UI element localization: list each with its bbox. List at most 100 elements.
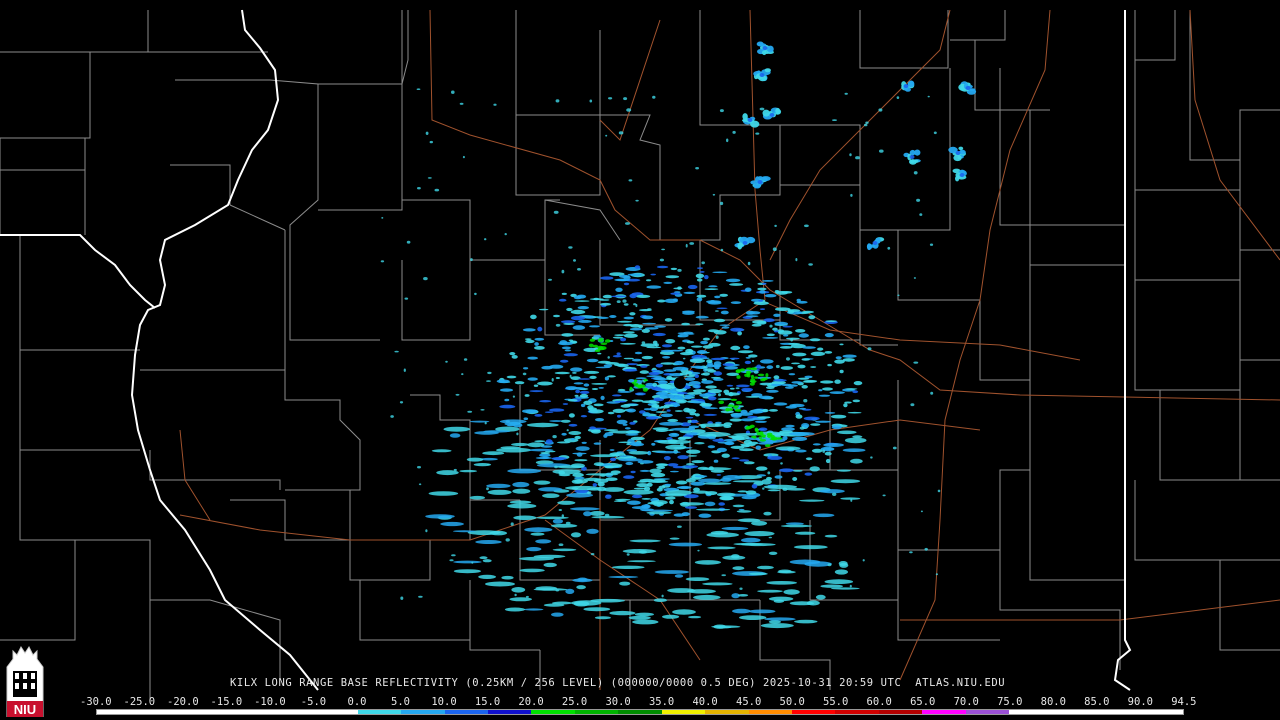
- echo-cell: [624, 427, 631, 430]
- echo-cell: [795, 329, 806, 333]
- echo-cell: [459, 469, 478, 473]
- echo-cell: [865, 121, 869, 124]
- echo-cell: [730, 445, 745, 449]
- echo-cell: [736, 384, 750, 388]
- echo-cell: [822, 448, 835, 450]
- echo-cell: [579, 390, 590, 394]
- echo-cell: [537, 326, 543, 332]
- echo-cell: [788, 373, 796, 376]
- echo-cell: [616, 300, 621, 303]
- echo-cell: [654, 451, 681, 454]
- echo-cell: [696, 297, 703, 302]
- echo-cell: [696, 431, 731, 437]
- echo-cell: [453, 560, 482, 564]
- echo-cell: [572, 372, 577, 374]
- scale-label: -20.0: [167, 696, 199, 708]
- echo-cell: [838, 561, 848, 566]
- echo-cell: [510, 522, 514, 526]
- echo-cell: [897, 294, 900, 297]
- echo-cell: [610, 295, 627, 298]
- echo-cell: [773, 402, 788, 406]
- echo-cell: [418, 595, 423, 598]
- echo-cell: [737, 350, 754, 354]
- echo-cell: [573, 295, 582, 300]
- colorbar-segment: [878, 710, 923, 714]
- echo-cell: [695, 167, 699, 170]
- echo-cell: [727, 404, 734, 408]
- echo-cell: [674, 360, 684, 366]
- echo-cell: [669, 537, 680, 540]
- echo-cell: [668, 432, 680, 437]
- echo-cell: [688, 615, 702, 619]
- echo-cell: [627, 560, 656, 563]
- echo-cell: [627, 273, 643, 276]
- echo-cell: [678, 436, 692, 440]
- colorbar-segment: [357, 710, 402, 714]
- echo-cell: [762, 280, 774, 282]
- echo-cell: [577, 306, 589, 310]
- echo-cell: [745, 315, 759, 318]
- echo-cell: [748, 572, 768, 576]
- echo-cell: [844, 437, 867, 444]
- echo-cell: [809, 338, 821, 342]
- echo-cell: [754, 420, 768, 423]
- echo-cell: [641, 498, 651, 500]
- scale-label: 30.0: [605, 696, 631, 708]
- echo-cell: [809, 466, 820, 472]
- colorbar-segment: [270, 710, 315, 714]
- echo-cell: [642, 387, 649, 392]
- echo-cell: [804, 224, 809, 228]
- echo-cell: [730, 327, 744, 332]
- echo-cell: [774, 321, 788, 326]
- echo-cell: [751, 359, 755, 363]
- echo-cell: [653, 376, 665, 380]
- echo-cell: [588, 325, 601, 328]
- echo-cell: [574, 459, 588, 462]
- colorbar-segment: [618, 710, 662, 714]
- scale-label: 55.0: [823, 696, 849, 708]
- colorbar-segment: [835, 710, 879, 714]
- echo-cell: [786, 357, 790, 361]
- echo-cell: [732, 608, 751, 614]
- echo-cell: [965, 86, 971, 90]
- echo-cell: [542, 456, 549, 459]
- echo-cell: [713, 378, 718, 381]
- echo-cell: [718, 502, 725, 506]
- echo-cell: [573, 259, 576, 262]
- echo-cell: [589, 375, 597, 379]
- echo-cell: [605, 494, 612, 497]
- niu-logo-text: NIU: [14, 702, 36, 717]
- echo-cell: [646, 279, 652, 282]
- echo-cell: [767, 471, 771, 475]
- echo-cell: [767, 434, 772, 439]
- echo-cell: [623, 303, 629, 306]
- echo-cell: [692, 490, 710, 494]
- colorbar-segment: [183, 710, 228, 714]
- echo-cell: [910, 403, 915, 407]
- echo-cell: [417, 466, 421, 469]
- echo-cell: [839, 343, 844, 346]
- echo-cell: [555, 323, 561, 327]
- echo-cell: [592, 344, 599, 348]
- echo-cell: [818, 394, 831, 397]
- echo-cell: [722, 475, 743, 480]
- echo-cell: [852, 399, 861, 403]
- echo-cell: [779, 468, 794, 473]
- echo-cell: [640, 462, 644, 465]
- echo-cell: [587, 491, 592, 495]
- echo-cell: [641, 509, 674, 512]
- echo-cell: [622, 299, 627, 303]
- echo-cell: [639, 469, 651, 472]
- echo-cell: [604, 429, 619, 432]
- echo-cell: [406, 240, 411, 244]
- echo-cell: [780, 462, 783, 465]
- echo-cell: [453, 468, 457, 472]
- echo-cell: [404, 297, 409, 300]
- echo-cell: [660, 349, 674, 353]
- echo-cell: [798, 377, 810, 380]
- echo-cell: [752, 435, 757, 439]
- echo-cell: [566, 429, 569, 432]
- echo-cell: [709, 300, 716, 304]
- echo-cell: [707, 389, 723, 394]
- echo-cell: [434, 188, 440, 192]
